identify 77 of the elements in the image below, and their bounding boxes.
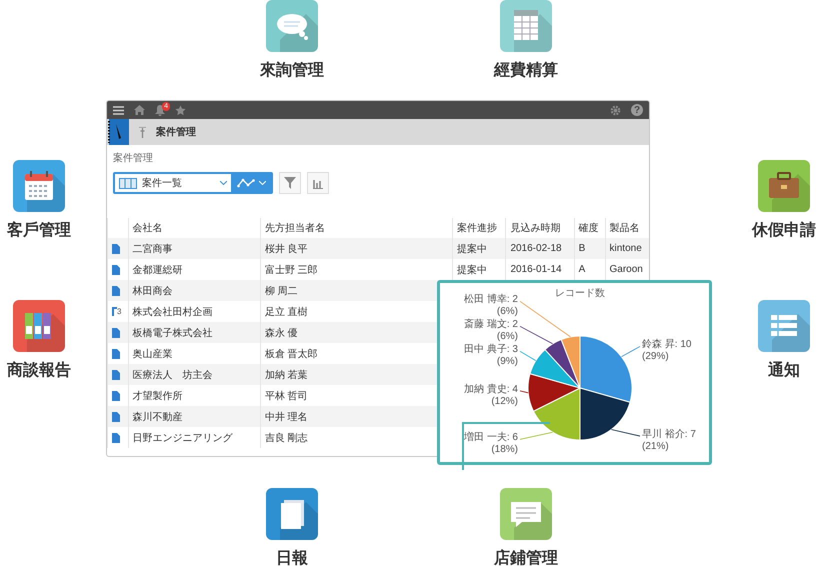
caret-icon: [220, 181, 227, 185]
reply-count: 3: [117, 307, 122, 316]
caret-icon: [258, 181, 266, 185]
document-icon[interactable]: [112, 264, 120, 274]
table-cell: 株式会社田村企画: [132, 306, 213, 318]
pin-icon[interactable]: [139, 126, 146, 138]
slice-label: 鈴森 昇: 10 (29%): [642, 339, 692, 364]
table-cell: kintone: [610, 243, 642, 254]
slice-label: 斎藤 瑞文: 2 (6%): [463, 319, 518, 344]
table-cell: 林田商会: [132, 286, 173, 296]
table-cell: 提案中: [456, 244, 487, 254]
table-cell: 金都運総研: [132, 264, 183, 276]
feature-label: 客戶管理: [7, 220, 71, 241]
table-cell: A: [578, 264, 586, 275]
table-cell: 二宮商事: [132, 244, 173, 254]
feature-label: 通知: [768, 360, 800, 381]
home-icon[interactable]: [134, 105, 145, 115]
feature-label: 店鋪管理: [494, 548, 558, 566]
table-cell: 柳 周二: [264, 286, 298, 296]
chart-title: レコード数: [555, 288, 605, 299]
table-cell: 吉良 剛志: [264, 432, 308, 444]
feature-label: 經費精算: [494, 60, 558, 81]
notebook-icon: [107, 119, 129, 145]
table-cell: 平林 哲司: [264, 390, 308, 402]
leader-line: [621, 346, 640, 358]
table-cell: 医療法人 坊主会: [132, 370, 213, 380]
table-cell: 桜井 良平: [264, 244, 308, 254]
feature-label: 日報: [276, 548, 308, 566]
feature-label: 商談報告: [7, 360, 71, 381]
feature-label: 來詢管理: [260, 60, 324, 81]
leader-line: [520, 390, 529, 394]
bell-icon[interactable]: [155, 104, 165, 116]
funnel-icon: [284, 177, 296, 189]
table-cell: 森川不動産: [132, 412, 183, 422]
table-icon: [119, 178, 137, 188]
table-cell: 日野エンジニアリング: [132, 432, 233, 444]
table-cell: 足立 直樹: [264, 306, 308, 318]
feature-label: 休假申請: [752, 220, 816, 241]
table-cell: 板倉 晋太郎: [264, 348, 318, 360]
star-icon[interactable]: [175, 104, 186, 116]
chart-button[interactable]: [307, 172, 329, 194]
breadcrumb[interactable]: 案件管理: [113, 151, 153, 165]
table-cell: 森永 優: [264, 328, 298, 338]
table-cell: 奥山産業: [132, 348, 173, 360]
line-chart-icon: [236, 178, 254, 188]
app-title: 案件管理: [156, 125, 196, 139]
leader-line: [520, 350, 536, 362]
document-icon[interactable]: [112, 370, 120, 380]
document-icon[interactable]: [112, 432, 120, 442]
table-cell: 富士野 三郎: [264, 264, 318, 276]
slice-label: 増田 一夫: 6 (18%): [463, 432, 518, 456]
slice-label: 加納 貴史: 4 (12%): [463, 384, 518, 408]
table-cell: Garoon: [610, 264, 643, 275]
document-icon[interactable]: [112, 348, 120, 358]
document-icon[interactable]: [112, 412, 120, 422]
corner-icon[interactable]: [112, 307, 117, 316]
document-icon[interactable]: [112, 244, 120, 254]
filter-button[interactable]: [279, 172, 301, 194]
table-cell: 2016-02-18: [510, 243, 562, 254]
table-cell: 提案中: [456, 264, 487, 276]
table-cell: 板橋電子株式会社: [132, 328, 213, 338]
document-icon[interactable]: [112, 286, 120, 296]
bar-chart-icon: [313, 178, 323, 188]
table-cell: 中井 理名: [264, 412, 308, 422]
slice-label: 早川 裕介: 7 (21%): [642, 429, 697, 454]
settings-icon[interactable]: [610, 104, 621, 116]
table-cell: 2016-01-14: [510, 264, 562, 275]
document-icon[interactable]: [112, 390, 120, 400]
slice-label: 松田 博幸: 2 (6%): [463, 294, 518, 318]
table-cell: 加納 若葉: [264, 370, 308, 380]
table-cell: B: [578, 243, 586, 254]
document-icon[interactable]: [112, 328, 120, 338]
menu-icon[interactable]: [113, 106, 124, 114]
slice-label: 田中 典子: 3 (9%): [463, 344, 518, 368]
graph-button[interactable]: [231, 174, 271, 192]
leader-line: [610, 429, 640, 436]
table-cell: 才望製作所: [132, 390, 183, 402]
